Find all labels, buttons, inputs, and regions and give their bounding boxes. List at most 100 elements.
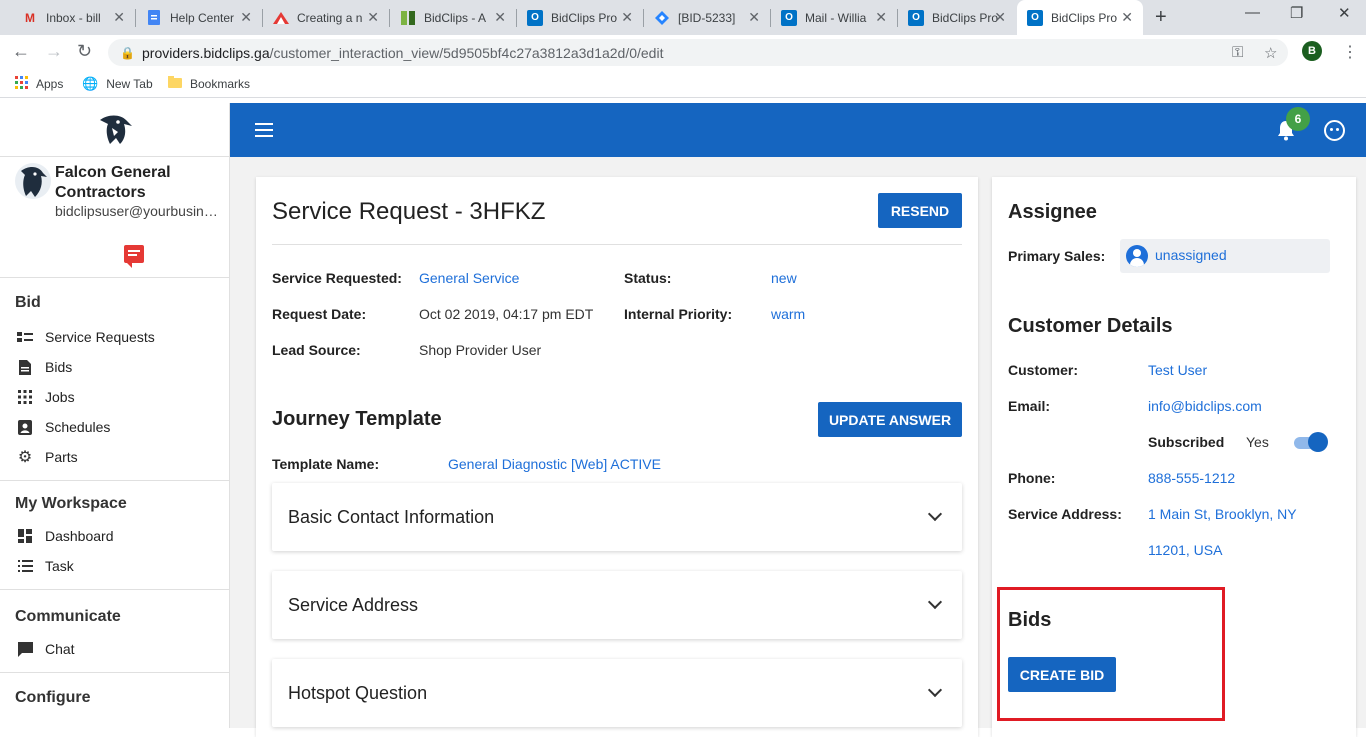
- gmail-icon: M: [25, 10, 35, 25]
- close-tab-icon[interactable]: ✕: [113, 9, 125, 26]
- nav-section-title: Communicate: [15, 608, 121, 625]
- dashboard-icon: [17, 528, 33, 544]
- close-tab-icon[interactable]: ✕: [240, 9, 252, 26]
- company-avatar[interactable]: [15, 163, 51, 199]
- accordion-hotspot-question[interactable]: Hotspot Question: [272, 659, 962, 727]
- service-address-line1[interactable]: 1 Main St, Brooklyn, NY: [1148, 506, 1297, 522]
- browser-tab-active[interactable]: O BidClips Pro ✕: [1017, 0, 1143, 35]
- falcon-avatar-icon: [21, 167, 47, 197]
- highlight-box: [997, 587, 1225, 721]
- customer-details-heading: Customer Details: [1008, 315, 1173, 337]
- window-close-icon[interactable]: ✕: [1338, 4, 1351, 22]
- close-tab-icon[interactable]: ✕: [494, 9, 506, 26]
- user-email: bidclipsuser@yourbusiness.com: [55, 203, 220, 219]
- template-name-label: Template Name:: [272, 456, 380, 472]
- nav-group-communicate: Communicate Chat: [0, 590, 229, 673]
- notification-count-badge[interactable]: 6: [1286, 107, 1310, 131]
- service-requested-link[interactable]: General Service: [419, 270, 519, 286]
- browser-tab[interactable]: Creating a n ✕: [263, 0, 389, 35]
- request-date-label: Request Date:: [272, 306, 367, 322]
- close-tab-icon[interactable]: ✕: [367, 9, 379, 26]
- primary-sales-value: unassigned: [1155, 247, 1227, 263]
- service-address-line2[interactable]: 11201, USA: [1148, 542, 1222, 558]
- sidebar-item-dashboard[interactable]: Dashboard: [0, 521, 229, 551]
- list-icon: [17, 329, 33, 345]
- nav-group-workspace: My Workspace Dashboard Task: [0, 481, 229, 590]
- key-icon[interactable]: ⚿: [1232, 44, 1243, 61]
- forward-arrow-icon[interactable]: →: [45, 41, 63, 62]
- jira-icon: [654, 10, 670, 26]
- logo-row: [0, 103, 229, 157]
- email-link[interactable]: info@bidclips.com: [1148, 398, 1262, 414]
- reload-icon[interactable]: ↻: [77, 41, 92, 62]
- profile-avatar[interactable]: B: [1302, 41, 1322, 61]
- bookmarks-bar: Apps 🌐 New Tab Bookmarks: [0, 70, 1366, 98]
- close-tab-icon[interactable]: ✕: [1121, 9, 1133, 26]
- maximize-icon[interactable]: ❐: [1290, 4, 1303, 22]
- assignee-selector[interactable]: unassigned: [1120, 239, 1330, 273]
- subscribed-value: Yes: [1246, 434, 1269, 450]
- sidebar-item-parts[interactable]: ⚙ Parts: [0, 442, 229, 472]
- browser-tab[interactable]: [BID-5233] ✕: [644, 0, 770, 35]
- bookmark-folder[interactable]: Bookmarks: [168, 76, 250, 91]
- accordion-service-address[interactable]: Service Address: [272, 571, 962, 639]
- service-address-label: Service Address:: [1008, 506, 1122, 522]
- subscribed-label: Subscribed: [1148, 434, 1225, 450]
- update-answer-button[interactable]: UPDATE ANSWER: [818, 402, 962, 437]
- nav-group-bid: Bid Service Requests Bids Jobs Schedules…: [0, 278, 229, 481]
- close-tab-icon[interactable]: ✕: [994, 9, 1006, 26]
- more-menu-icon[interactable]: ⋮: [1342, 42, 1358, 62]
- email-label: Email:: [1008, 398, 1051, 414]
- browser-tab[interactable]: M Inbox - bill ✕: [12, 0, 135, 35]
- outlook-icon: O: [781, 9, 797, 26]
- address-bar[interactable]: 🔒 providers.bidclips.ga/customer_interac…: [108, 39, 1288, 66]
- bookmark-new-tab[interactable]: 🌐 New Tab: [82, 76, 153, 92]
- journey-template-heading: Journey Template: [272, 408, 442, 430]
- accordion-basic-contact[interactable]: Basic Contact Information: [272, 483, 962, 551]
- sidebar-item-task[interactable]: Task: [0, 551, 229, 581]
- hamburger-menu-icon[interactable]: [255, 123, 273, 137]
- minimize-icon[interactable]: —: [1245, 4, 1260, 21]
- internal-priority-value[interactable]: warm: [771, 306, 805, 322]
- contact-icon: [17, 419, 33, 435]
- customer-link[interactable]: Test User: [1148, 362, 1207, 378]
- sidebar-item-jobs[interactable]: Jobs: [0, 382, 229, 412]
- browser-tab[interactable]: O BidClips Pro ✕: [517, 0, 643, 35]
- accordion-title: Basic Contact Information: [288, 507, 495, 527]
- internal-priority-label: Internal Priority:: [624, 306, 733, 322]
- status-value[interactable]: new: [771, 270, 797, 286]
- nav-section-title: My Workspace: [15, 495, 127, 512]
- subscribed-toggle[interactable]: [1294, 432, 1328, 452]
- apps-grid-icon: [15, 76, 28, 92]
- browser-tab[interactable]: Help Center ✕: [136, 0, 262, 35]
- template-name-link[interactable]: General Diagnostic [Web] ACTIVE: [448, 456, 661, 472]
- service-request-card: Service Request - 3HFKZ RESEND Service R…: [256, 177, 978, 737]
- document-icon: [17, 359, 33, 375]
- user-account-icon[interactable]: [1324, 120, 1345, 141]
- resend-button[interactable]: RESEND: [878, 193, 962, 228]
- new-tab-icon[interactable]: +: [1155, 6, 1167, 29]
- globe-icon: 🌐: [82, 76, 99, 91]
- message-icon[interactable]: [124, 245, 144, 268]
- browser-tab[interactable]: BidClips - A ✕: [390, 0, 516, 35]
- sidebar-item-bids[interactable]: Bids: [0, 352, 229, 382]
- back-arrow-icon[interactable]: ←: [12, 41, 30, 62]
- browser-tab-strip: M Inbox - bill ✕ Help Center ✕ Creating …: [0, 0, 1366, 35]
- company-name: Falcon General Contractors: [55, 164, 171, 201]
- nav-section-title: Bid: [15, 294, 41, 311]
- sidebar-item-service-requests[interactable]: Service Requests: [0, 322, 229, 352]
- phone-link[interactable]: 888-555-1212: [1148, 470, 1235, 486]
- bookmark-apps[interactable]: Apps: [15, 76, 63, 92]
- falcon-logo-icon[interactable]: [96, 114, 134, 146]
- person-icon: [1126, 245, 1148, 267]
- customer-label: Customer:: [1008, 362, 1079, 378]
- docs-icon: [146, 10, 162, 26]
- browser-tab[interactable]: O Mail - Willia ✕: [771, 0, 897, 35]
- close-tab-icon[interactable]: ✕: [875, 9, 887, 26]
- close-tab-icon[interactable]: ✕: [748, 9, 760, 26]
- sidebar-item-schedules[interactable]: Schedules: [0, 412, 229, 442]
- close-tab-icon[interactable]: ✕: [621, 9, 633, 26]
- star-icon[interactable]: ☆: [1264, 44, 1277, 62]
- browser-tab[interactable]: O BidClips Pro ✕: [898, 0, 1016, 35]
- sidebar-item-chat[interactable]: Chat: [0, 634, 229, 664]
